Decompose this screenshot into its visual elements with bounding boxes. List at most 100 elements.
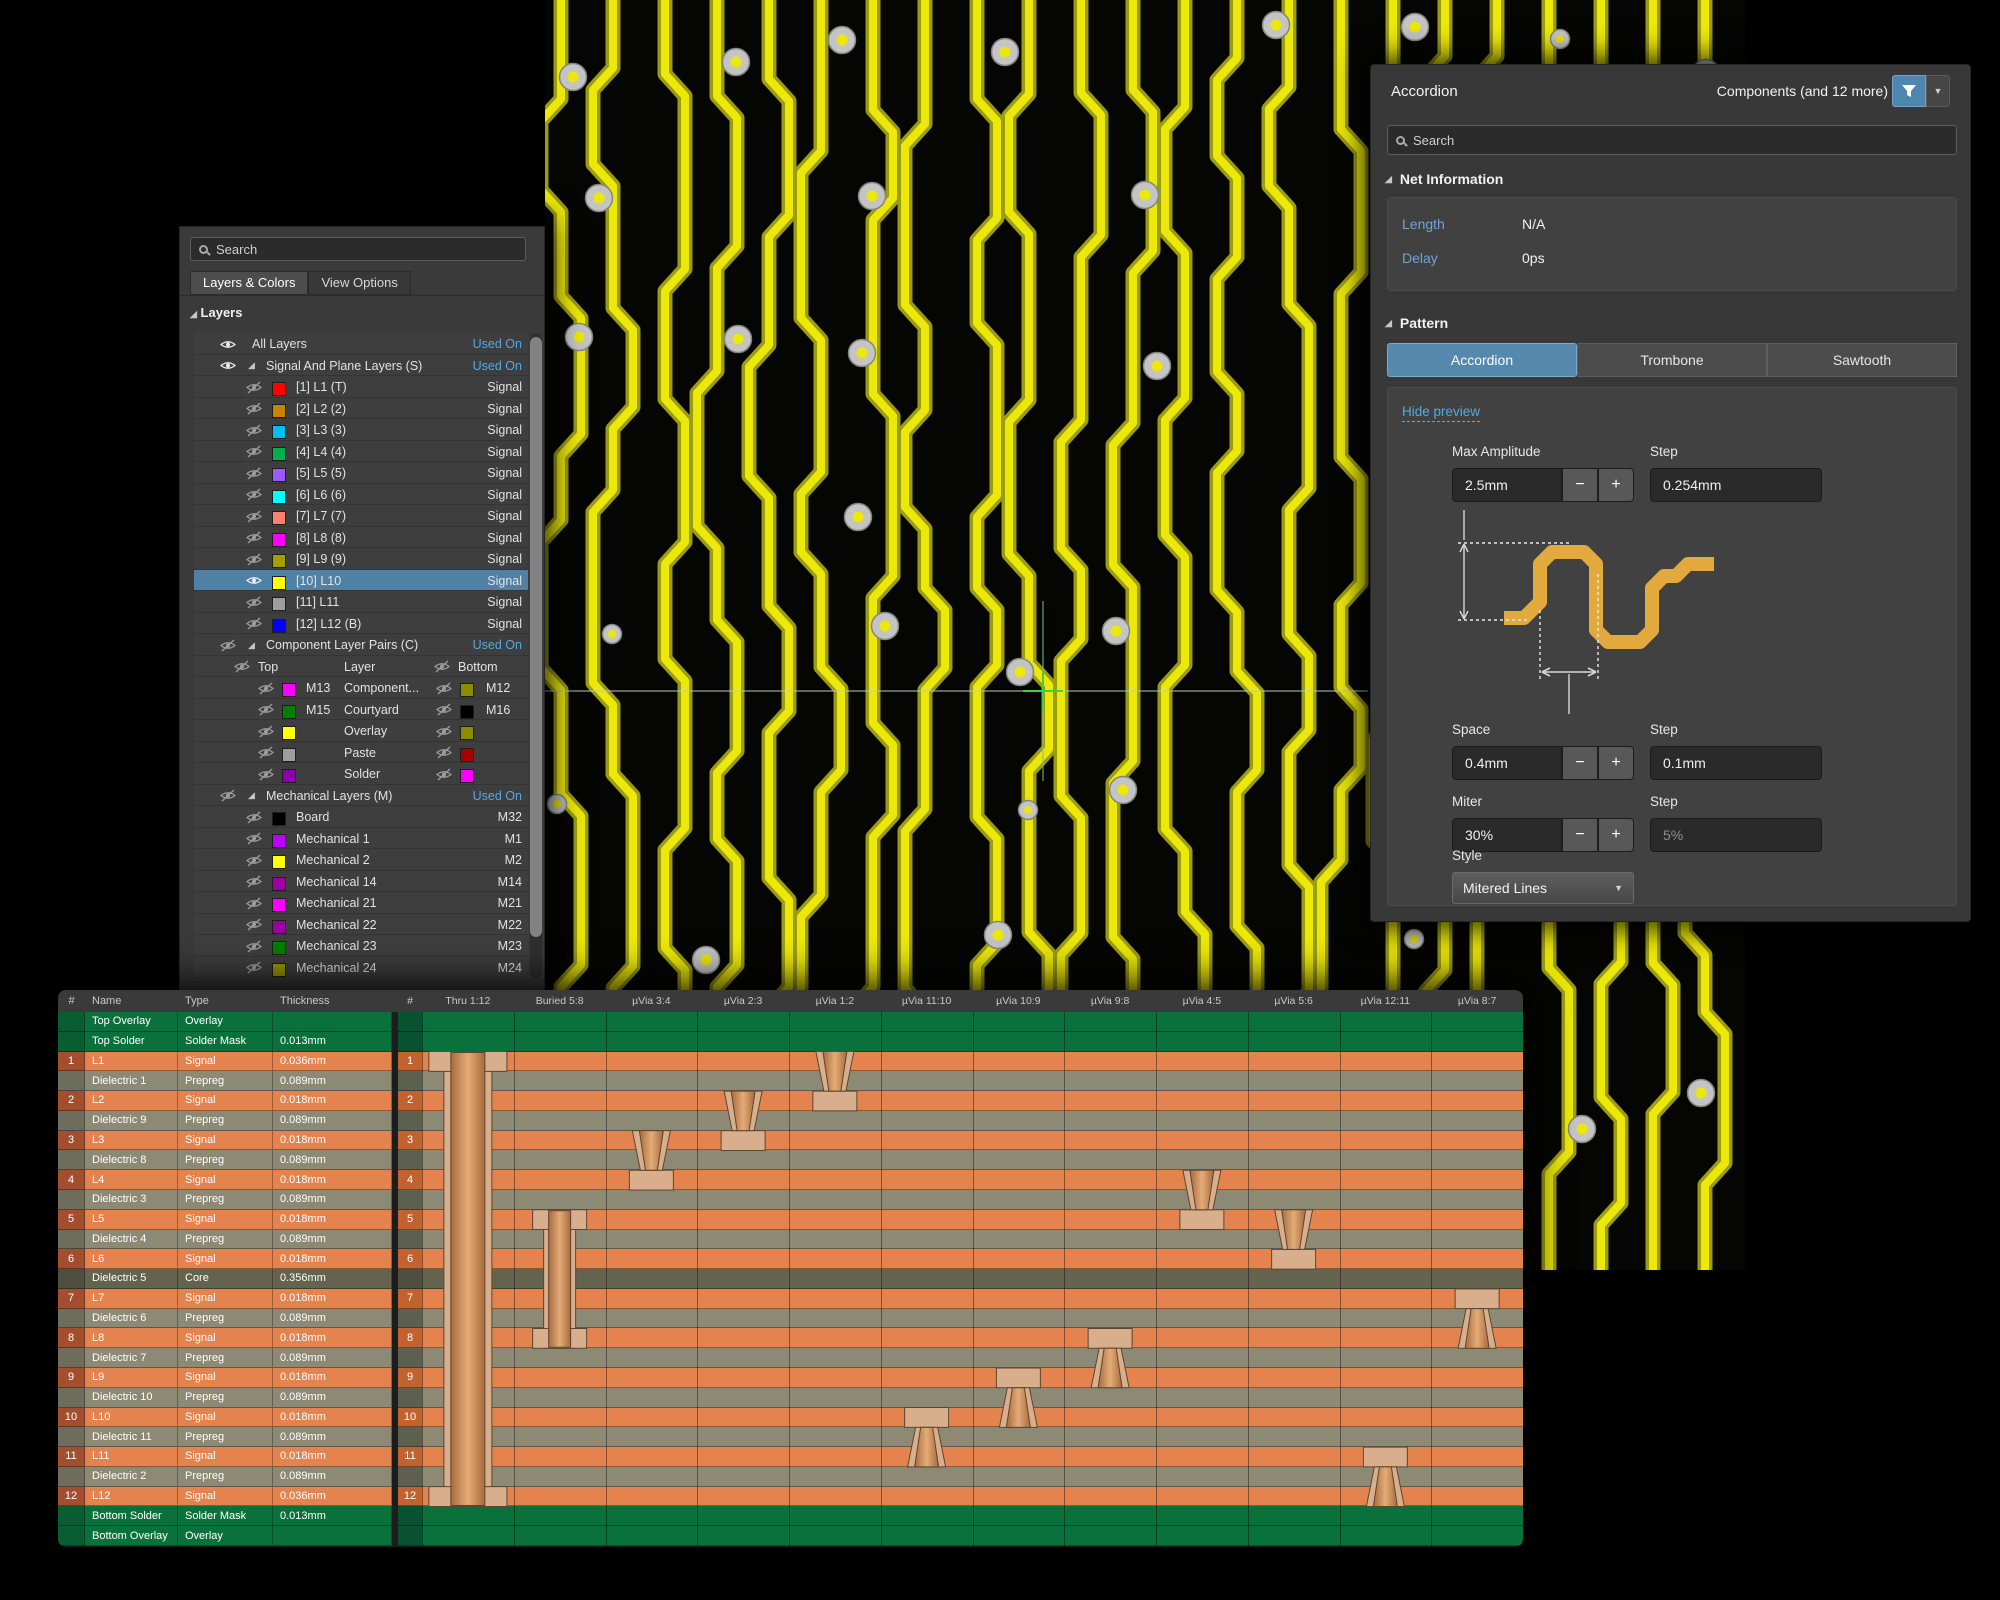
layer-row-Component...[interactable]: M13Component...M12: [194, 677, 528, 699]
layer-color-swatch[interactable]: [272, 441, 286, 463]
layer-row-L2 (2)[interactable]: [2] L2 (2)Signal: [194, 398, 528, 420]
pair-top-swatch[interactable]: [282, 677, 296, 699]
layer-color-swatch[interactable]: [272, 806, 286, 828]
visibility-toggle[interactable]: [436, 677, 452, 699]
layer-color-swatch[interactable]: [272, 828, 286, 850]
visibility-toggle[interactable]: [220, 333, 236, 355]
visibility-toggle[interactable]: [258, 699, 274, 721]
visibility-toggle[interactable]: [246, 914, 262, 936]
layer-row-L6 (6)[interactable]: [6] L6 (6)Signal: [194, 484, 528, 506]
net-information-header[interactable]: ◢ Net Information: [1385, 171, 1503, 187]
pair-top-swatch[interactable]: [282, 742, 296, 764]
pair-bottom-swatch[interactable]: [460, 677, 474, 699]
row-right-label[interactable]: Used On: [473, 634, 522, 656]
pattern-header[interactable]: ◢ Pattern: [1385, 315, 1448, 331]
layer-row-Mechanical 21[interactable]: Mechanical 21M21: [194, 892, 528, 914]
miter-minus-button[interactable]: −: [1562, 818, 1598, 852]
space-step-input[interactable]: 0.1mm: [1650, 746, 1822, 780]
tab-trombone[interactable]: Trombone: [1577, 343, 1767, 377]
visibility-toggle[interactable]: [436, 742, 452, 764]
layer-row-Overlay[interactable]: Overlay: [194, 720, 528, 742]
hide-preview-link[interactable]: Hide preview: [1402, 404, 1480, 422]
miter-input[interactable]: 30%: [1452, 818, 1562, 852]
scope-filter-button[interactable]: [1892, 75, 1926, 107]
visibility-toggle[interactable]: [220, 785, 236, 807]
layer-row-Mechanical 24[interactable]: Mechanical 24M24: [194, 957, 528, 979]
visibility-toggle[interactable]: [234, 656, 250, 678]
layer-row-Board[interactable]: BoardM32: [194, 806, 528, 828]
tab-view-options[interactable]: View Options: [308, 271, 410, 295]
visibility-toggle[interactable]: [246, 957, 262, 979]
visibility-toggle[interactable]: [246, 419, 262, 441]
layer-row-L9 (9)[interactable]: [9] L9 (9)Signal: [194, 548, 528, 570]
layer-row-L1 (T)[interactable]: [1] L1 (T)Signal: [194, 376, 528, 398]
layer-row-All Layers[interactable]: All LayersUsed On: [194, 333, 528, 355]
visibility-toggle[interactable]: [246, 527, 262, 549]
layer-color-swatch[interactable]: [272, 419, 286, 441]
visibility-toggle[interactable]: [436, 720, 452, 742]
row-right-label[interactable]: Used On: [473, 785, 522, 807]
miter-step-input[interactable]: 5%: [1650, 818, 1822, 852]
pair-bottom-swatch[interactable]: [460, 720, 474, 742]
layer-color-swatch[interactable]: [272, 613, 286, 635]
space-minus-button[interactable]: −: [1562, 746, 1598, 780]
visibility-toggle[interactable]: [258, 742, 274, 764]
layer-color-swatch[interactable]: [272, 957, 286, 979]
layer-row-L7 (7)[interactable]: [7] L7 (7)Signal: [194, 505, 528, 527]
visibility-toggle[interactable]: [246, 871, 262, 893]
visibility-toggle[interactable]: [258, 763, 274, 785]
pair-top-swatch[interactable]: [282, 699, 296, 721]
visibility-toggle[interactable]: [246, 613, 262, 635]
layer-color-swatch[interactable]: [272, 376, 286, 398]
layer-color-swatch[interactable]: [272, 570, 286, 592]
visibility-toggle[interactable]: [436, 699, 452, 721]
collapse-triangle-icon[interactable]: ◢: [248, 634, 255, 656]
layer-row-Mechanical Layers (M)[interactable]: ◢Mechanical Layers (M)Used On: [194, 785, 528, 807]
layer-color-swatch[interactable]: [272, 849, 286, 871]
visibility-toggle[interactable]: [220, 355, 236, 377]
visibility-toggle[interactable]: [246, 935, 262, 957]
layer-color-swatch[interactable]: [272, 462, 286, 484]
pair-bottom-swatch[interactable]: [460, 699, 474, 721]
layer-row-L11[interactable]: [11] L11Signal: [194, 591, 528, 613]
space-plus-button[interactable]: +: [1598, 746, 1634, 780]
visibility-toggle[interactable]: [246, 462, 262, 484]
layers-section-header[interactable]: ◢ Layers: [190, 305, 242, 320]
layer-color-swatch[interactable]: [272, 398, 286, 420]
visibility-toggle[interactable]: [246, 548, 262, 570]
visibility-toggle[interactable]: [246, 828, 262, 850]
layer-row-L8 (8)[interactable]: [8] L8 (8)Signal: [194, 527, 528, 549]
amplitude-plus-button[interactable]: +: [1598, 468, 1634, 502]
visibility-toggle[interactable]: [246, 806, 262, 828]
collapse-triangle-icon[interactable]: ◢: [248, 785, 255, 807]
layer-row-L10[interactable]: [10] L10Signal: [194, 570, 528, 592]
visibility-toggle[interactable]: [246, 892, 262, 914]
layer-row-Mechanical 14[interactable]: Mechanical 14M14: [194, 871, 528, 893]
layer-color-swatch[interactable]: [272, 527, 286, 549]
row-right-label[interactable]: Used On: [473, 355, 522, 377]
pair-top-swatch[interactable]: [282, 720, 296, 742]
visibility-toggle[interactable]: [246, 376, 262, 398]
max-amplitude-input[interactable]: 2.5mm: [1452, 468, 1562, 502]
amplitude-minus-button[interactable]: −: [1562, 468, 1598, 502]
layer-color-swatch[interactable]: [272, 484, 286, 506]
visibility-toggle[interactable]: [246, 398, 262, 420]
layer-row-Mechanical 1[interactable]: Mechanical 1M1: [194, 828, 528, 850]
layer-row-Paste[interactable]: Paste: [194, 742, 528, 764]
layer-row-L5 (5)[interactable]: [5] L5 (5)Signal: [194, 462, 528, 484]
collapse-triangle-icon[interactable]: ◢: [248, 355, 255, 377]
layer-row-Solder[interactable]: Solder: [194, 763, 528, 785]
layer-row-L3 (3)[interactable]: [3] L3 (3)Signal: [194, 419, 528, 441]
visibility-toggle[interactable]: [258, 720, 274, 742]
layer-color-swatch[interactable]: [272, 914, 286, 936]
properties-search-input[interactable]: Search: [1387, 125, 1957, 155]
layer-row-Courtyard[interactable]: M15CourtyardM16: [194, 699, 528, 721]
visibility-toggle[interactable]: [258, 677, 274, 699]
layer-color-swatch[interactable]: [272, 591, 286, 613]
pair-top-swatch[interactable]: [282, 763, 296, 785]
layer-row-Mechanical 22[interactable]: Mechanical 22M22: [194, 914, 528, 936]
layer-color-swatch[interactable]: [272, 871, 286, 893]
style-dropdown[interactable]: Mitered Lines ▼: [1452, 872, 1634, 904]
tab-layers-and-colors[interactable]: Layers & Colors: [190, 271, 308, 295]
visibility-toggle[interactable]: [246, 849, 262, 871]
